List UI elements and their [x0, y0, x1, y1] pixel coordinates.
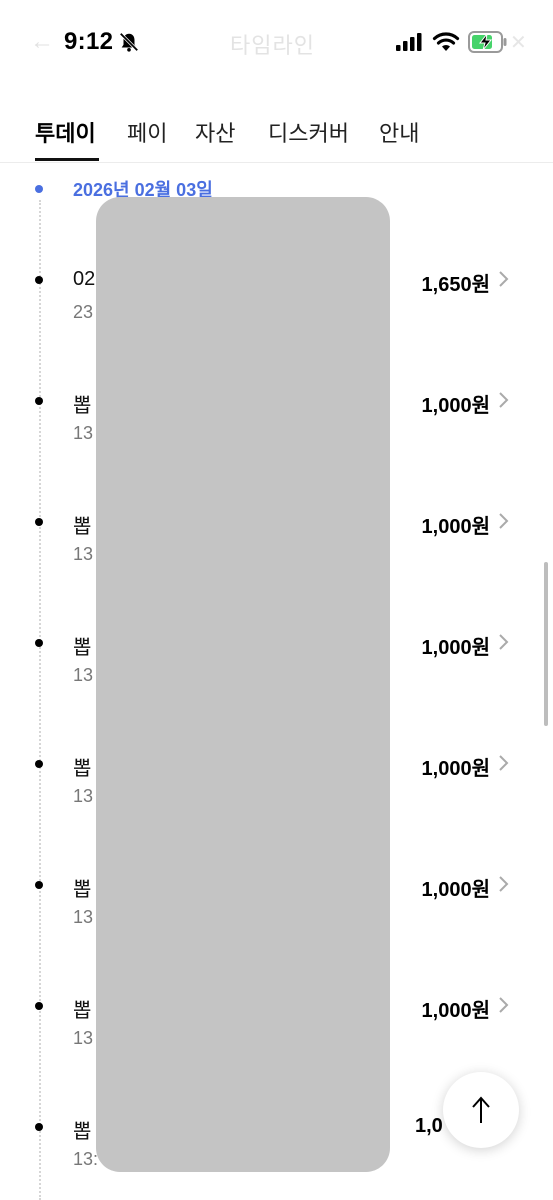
signal-icon	[396, 33, 422, 51]
tab-discover[interactable]: 디스커버	[268, 116, 349, 148]
status-time: 9:12	[64, 28, 114, 55]
item-dot	[35, 639, 43, 647]
chevron-right-icon	[499, 392, 509, 408]
redaction-overlay	[96, 197, 390, 1172]
item-title: 02	[73, 268, 96, 290]
item-time: 13	[73, 786, 94, 806]
back-arrow-icon[interactable]: ←	[30, 28, 54, 56]
item-time: 13	[73, 665, 94, 685]
active-tab-indicator	[35, 158, 99, 161]
item-title: 뽑	[73, 879, 92, 901]
tab-pay[interactable]: 페이	[127, 116, 167, 148]
status-bar: ← 9:12 타임라인 ✕	[0, 0, 553, 86]
date-dot	[35, 185, 43, 193]
item-amount: 1,000원	[421, 516, 490, 538]
item-amount: 1,000원	[421, 1000, 490, 1022]
tab-bar: 투데이 페이 자산 디스커버 안내	[0, 108, 553, 163]
chevron-right-icon	[499, 755, 509, 771]
item-amount: 1,000원	[421, 637, 490, 659]
item-title: 뽑	[73, 758, 92, 780]
item-dot	[35, 1123, 43, 1131]
faded-close-icon: ✕	[510, 32, 527, 54]
tab-today[interactable]: 투데이	[35, 116, 96, 148]
bell-slash-icon	[119, 32, 139, 52]
item-time: 23	[73, 302, 94, 322]
chevron-right-icon	[499, 997, 509, 1013]
item-time: 13	[73, 423, 94, 443]
item-title: 뽑	[73, 637, 92, 659]
item-time: 13	[73, 907, 94, 927]
scroll-to-top-button[interactable]	[443, 1072, 519, 1148]
item-dot	[35, 881, 43, 889]
item-dot	[35, 518, 43, 526]
item-title: 뽑	[73, 395, 92, 417]
item-dot	[35, 760, 43, 768]
item-dot	[35, 397, 43, 405]
item-dot	[35, 276, 43, 284]
header-title: 타임라인	[230, 33, 315, 58]
chevron-right-icon	[499, 513, 509, 529]
tab-guide[interactable]: 안내	[379, 116, 419, 148]
item-title: 뽑	[73, 516, 92, 538]
chevron-right-icon	[499, 876, 509, 892]
item-title: 뽑	[73, 1121, 92, 1143]
scrollbar-thumb[interactable]	[544, 562, 548, 726]
item-amount: 1,0	[415, 1115, 443, 1137]
item-time: 13	[73, 1028, 94, 1048]
arrow-up-icon	[472, 1096, 490, 1123]
item-dot	[35, 1002, 43, 1010]
item-amount: 1,650원	[421, 274, 490, 296]
item-time: 13:	[73, 1149, 99, 1169]
battery-charging-icon	[468, 31, 507, 53]
item-amount: 1,000원	[421, 395, 490, 417]
item-time: 13	[73, 544, 94, 564]
item-amount: 1,000원	[421, 758, 490, 780]
wifi-icon	[432, 32, 460, 51]
chevron-right-icon	[499, 271, 509, 287]
item-amount: 1,000원	[421, 879, 490, 901]
item-title: 뽑	[73, 1000, 92, 1022]
tab-assets[interactable]: 자산	[195, 116, 235, 148]
chevron-right-icon	[499, 634, 509, 650]
